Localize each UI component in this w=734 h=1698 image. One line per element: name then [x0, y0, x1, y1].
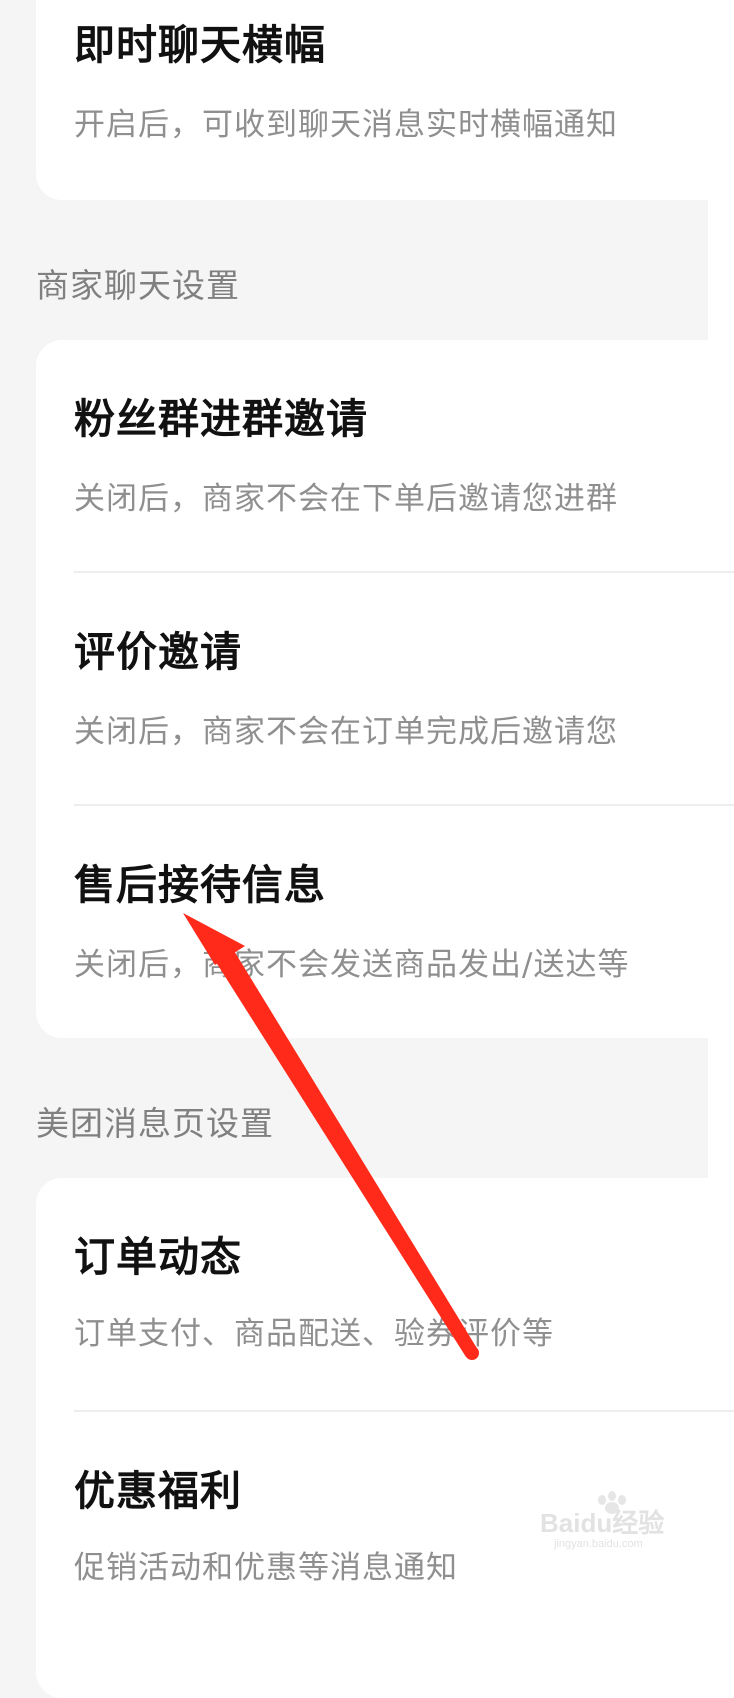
setting-row-order-updates[interactable]: 订单动态 订单支付、商品配送、验券评价等 [74, 1178, 734, 1410]
setting-description: 关闭后，商家不会发送商品发出/送达等 [74, 947, 630, 983]
setting-row-review-invite[interactable]: 评价邀请 关闭后，商家不会在订单完成后邀请您 [74, 573, 734, 805]
setting-title: 优惠福利 [74, 1467, 242, 1515]
setting-row-instant-chat-banner[interactable]: 即时聊天横幅 开启后，可收到聊天消息实时横幅通知 [74, 0, 734, 200]
setting-row-offers-benefits[interactable]: 优惠福利 促销活动和优惠等消息通知 [74, 1412, 734, 1698]
merchant-chat-settings-card: 粉丝群进群邀请 关闭后，商家不会在下单后邀请您进群 评价邀请 关闭后，商家不会在… [36, 340, 734, 1038]
setting-title: 即时聊天横幅 [74, 21, 326, 69]
setting-description: 促销活动和优惠等消息通知 [74, 1550, 458, 1586]
setting-title: 售后接待信息 [74, 861, 326, 909]
setting-description: 关闭后，商家不会在下单后邀请您进群 [74, 481, 618, 517]
section-header-merchant-chat: 商家聊天设置 [36, 266, 240, 305]
setting-title: 评价邀请 [74, 628, 242, 676]
watermark-subtext: jingyan.baidu.com [553, 1538, 643, 1550]
setting-description: 开启后，可收到聊天消息实时横幅通知 [74, 107, 618, 143]
section-header-meituan-message-page: 美团消息页设置 [36, 1104, 274, 1143]
setting-title: 订单动态 [74, 1233, 242, 1281]
setting-row-after-sales-info[interactable]: 售后接待信息 关闭后，商家不会发送商品发出/送达等 [74, 806, 734, 1038]
setting-row-fan-group-invite[interactable]: 粉丝群进群邀请 关闭后，商家不会在下单后邀请您进群 [74, 340, 734, 572]
setting-description: 订单支付、商品配送、验券评价等 [74, 1316, 554, 1352]
notification-settings-card: 即时聊天横幅 开启后，可收到聊天消息实时横幅通知 [36, 0, 734, 200]
baidu-jingyan-watermark: Baidu经验 jingyan.baidu.com [540, 1491, 664, 1550]
watermark-text: Baidu经验 [540, 1508, 664, 1538]
setting-description: 关闭后，商家不会在订单完成后邀请您 [74, 714, 618, 750]
setting-title: 粉丝群进群邀请 [74, 395, 368, 443]
message-page-settings-card: 订单动态 订单支付、商品配送、验券评价等 优惠福利 促销活动和优惠等消息通知 [36, 1178, 734, 1698]
